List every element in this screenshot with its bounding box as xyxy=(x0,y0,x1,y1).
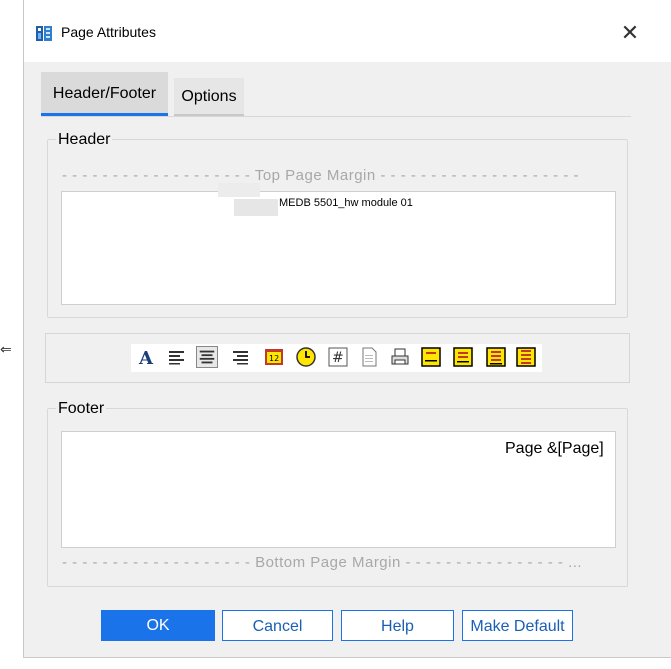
bottom-page-margin-label: - - - - - - - - - - - - - - - - - - - Bo… xyxy=(62,554,583,571)
dialog-title: Page Attributes xyxy=(61,24,156,40)
tab-options[interactable]: Options xyxy=(174,78,244,116)
window-bottom-edge xyxy=(23,657,671,658)
make-default-button[interactable]: Make Default xyxy=(462,610,573,641)
field-icon-2[interactable] xyxy=(452,346,474,368)
cancel-button[interactable]: Cancel xyxy=(222,610,333,641)
time-icon[interactable] xyxy=(295,346,317,368)
page-number-icon[interactable]: # xyxy=(327,346,349,368)
align-center-icon[interactable] xyxy=(196,346,218,368)
tab-divider xyxy=(41,116,631,117)
header-group-label: Header xyxy=(56,131,113,149)
footer-group-label: Footer xyxy=(56,400,107,418)
arrow-left-icon: ⇐ xyxy=(0,341,12,357)
align-right-icon[interactable] xyxy=(229,346,251,368)
field-icon-4[interactable] xyxy=(515,346,537,368)
svg-text:12: 12 xyxy=(269,354,279,363)
font-icon[interactable]: A xyxy=(135,346,157,369)
printer-icon[interactable] xyxy=(389,346,411,368)
file-name-icon[interactable] xyxy=(358,346,380,368)
close-button[interactable]: ✕ xyxy=(612,18,648,48)
header-content-text: MEDB 5501_hw module 01 xyxy=(279,197,413,209)
svg-text:A: A xyxy=(138,348,154,368)
field-icon-1[interactable] xyxy=(420,346,442,368)
footer-content-text: Page &[Page] xyxy=(505,440,604,457)
redacted-region xyxy=(234,199,278,216)
field-icon-3[interactable] xyxy=(485,346,507,368)
date-icon[interactable]: 12 xyxy=(263,346,285,368)
top-page-margin-label: - - - - - - - - - - - - - - - - - - - To… xyxy=(62,167,579,184)
redacted-region xyxy=(218,183,260,197)
align-left-icon[interactable] xyxy=(166,346,188,368)
help-button[interactable]: Help xyxy=(341,610,454,641)
ok-button[interactable]: OK xyxy=(101,610,215,641)
svg-text:#: # xyxy=(332,350,344,366)
app-icon xyxy=(36,26,52,41)
tab-header-footer[interactable]: Header/Footer xyxy=(41,72,168,116)
